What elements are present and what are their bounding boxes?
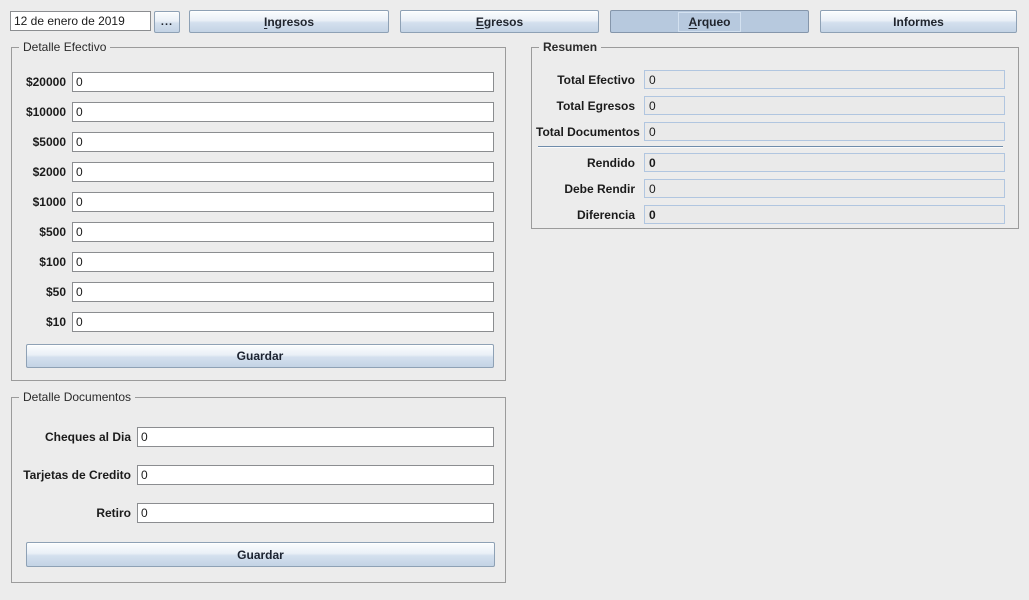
- row-label: Tarjetas de Credito: [14, 468, 131, 482]
- summary-row: Diferencia 0: [536, 205, 1005, 224]
- group-resumen: Resumen Total Efectivo 0 Total Egresos 0…: [531, 47, 1019, 229]
- row-label: $1000: [14, 195, 66, 209]
- row-value: 0: [644, 179, 1005, 198]
- row-input[interactable]: [137, 427, 494, 447]
- row-label: Rendido: [536, 156, 635, 170]
- row-label: $100: [14, 255, 66, 269]
- row-input[interactable]: [72, 252, 494, 272]
- denomination-row: $20000: [14, 72, 494, 92]
- row-label: $10000: [14, 105, 66, 119]
- date-input[interactable]: [10, 11, 151, 31]
- summary-row: Debe Rendir 0: [536, 179, 1005, 198]
- row-label: $2000: [14, 165, 66, 179]
- denomination-row: $10: [14, 312, 494, 332]
- document-row: Cheques al Dia: [14, 427, 494, 447]
- document-row: Tarjetas de Credito: [14, 465, 494, 485]
- row-value: 0: [644, 122, 1005, 141]
- nav-button-ingresos[interactable]: Ingresos: [189, 10, 389, 33]
- group-detalle-documentos: Detalle Documentos Cheques al Dia Tarjet…: [11, 397, 506, 583]
- nav-button-label: Egresos: [476, 15, 523, 29]
- denomination-row: $2000: [14, 162, 494, 182]
- denomination-row: $1000: [14, 192, 494, 212]
- row-label: $50: [14, 285, 66, 299]
- row-input[interactable]: [72, 192, 494, 212]
- group-detalle-efectivo: Detalle Efectivo $20000 $10000 $5000 $20…: [11, 47, 506, 381]
- denomination-row: $50: [14, 282, 494, 302]
- row-value: 0: [644, 153, 1005, 172]
- row-label: Total Egresos: [536, 99, 635, 113]
- denomination-row: $100: [14, 252, 494, 272]
- denomination-row: $5000: [14, 132, 494, 152]
- row-label: $5000: [14, 135, 66, 149]
- row-value: 0: [644, 70, 1005, 89]
- row-input[interactable]: [137, 465, 494, 485]
- row-input[interactable]: [72, 132, 494, 152]
- nav-button-label: Ingresos: [264, 15, 314, 29]
- nav-button-label: Informes: [893, 15, 944, 29]
- row-input[interactable]: [137, 503, 494, 523]
- row-input[interactable]: [72, 162, 494, 182]
- denomination-row: $500: [14, 222, 494, 242]
- row-value: 0: [644, 96, 1005, 115]
- row-input[interactable]: [72, 72, 494, 92]
- nav-button-arqueo[interactable]: Arqueo: [610, 10, 809, 33]
- row-label: Diferencia: [536, 208, 635, 222]
- row-input[interactable]: [72, 222, 494, 242]
- nav-button-egresos[interactable]: Egresos: [400, 10, 599, 33]
- guardar-documentos-button[interactable]: Guardar: [26, 542, 495, 567]
- row-input[interactable]: [72, 102, 494, 122]
- date-picker-button[interactable]: ...: [154, 11, 180, 33]
- row-label: Retiro: [14, 506, 131, 520]
- row-input[interactable]: [72, 282, 494, 302]
- summary-row: Rendido 0: [536, 153, 1005, 172]
- row-label: Cheques al Dia: [14, 430, 131, 444]
- row-input[interactable]: [72, 312, 494, 332]
- guardar-efectivo-button[interactable]: Guardar: [26, 344, 494, 368]
- denomination-row: $10000: [14, 102, 494, 122]
- row-label: $10: [14, 315, 66, 329]
- nav-button-informes[interactable]: Informes: [820, 10, 1017, 33]
- app-root: { "toolbar": { "date_value": "12 de ener…: [0, 0, 1029, 600]
- row-label: Total Documentos: [536, 125, 635, 139]
- resumen-separator: [538, 146, 1003, 148]
- summary-row: Total Documentos 0: [536, 122, 1005, 141]
- document-row: Retiro: [14, 503, 494, 523]
- nav-button-label: Arqueo: [679, 13, 739, 31]
- row-label: $20000: [14, 75, 66, 89]
- summary-row: Total Egresos 0: [536, 96, 1005, 115]
- row-label: $500: [14, 225, 66, 239]
- row-label: Total Efectivo: [536, 73, 635, 87]
- row-label: Debe Rendir: [536, 182, 635, 196]
- row-value: 0: [644, 205, 1005, 224]
- summary-row: Total Efectivo 0: [536, 70, 1005, 89]
